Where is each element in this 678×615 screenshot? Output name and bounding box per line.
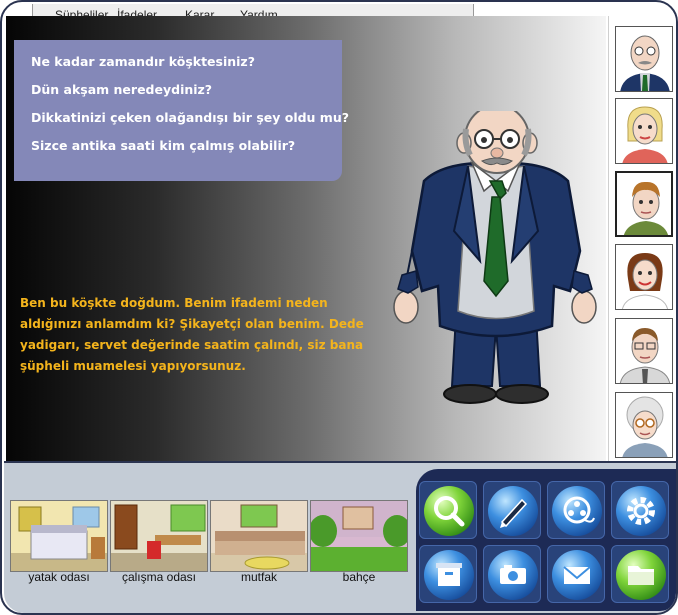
- film-reel-icon: [563, 496, 595, 524]
- suspect-thumb-5[interactable]: [615, 318, 673, 384]
- camera-button[interactable]: [483, 545, 541, 603]
- gear-icon: [627, 497, 655, 525]
- room-thumb-kitchen[interactable]: [210, 500, 308, 572]
- interrogation-stage: Ne kadar zamandır köşktesiniz? Dün akşam…: [6, 16, 606, 462]
- tools-panel: [416, 469, 676, 611]
- room-label-kitchen: mutfak: [240, 570, 277, 584]
- folder-button[interactable]: [611, 545, 669, 603]
- mail-button[interactable]: [547, 545, 605, 603]
- archive-box-icon: [436, 563, 462, 586]
- camera-icon: [500, 565, 526, 584]
- suspect-thumb-1[interactable]: [615, 26, 673, 92]
- room-thumb-bedroom[interactable]: [10, 500, 108, 572]
- man-glasses-portrait-icon: [619, 328, 671, 383]
- pen-button[interactable]: [483, 481, 541, 539]
- game-window: Şüpheliler İfadeler Karar Yardım Ne kada…: [0, 0, 678, 615]
- suspect-thumb-2[interactable]: [615, 98, 673, 164]
- envelope-icon: [563, 566, 591, 584]
- bottom-panel: yatak odası çalışma odası mutfak bahçe: [4, 461, 676, 613]
- room-label-bedroom: yatak odası: [28, 570, 90, 584]
- magnifier-icon: [434, 496, 465, 527]
- question-panel: Ne kadar zamandır köşktesiniz? Dün akşam…: [14, 40, 349, 181]
- garden-scene-icon: [311, 501, 407, 571]
- question-2[interactable]: Dün akşam neredeydiniz?: [31, 82, 342, 98]
- pen-icon: [500, 498, 528, 528]
- bedroom-scene-icon: [11, 501, 107, 571]
- bald-man-suit-portrait-icon: [620, 35, 670, 91]
- suspect-thumb-4[interactable]: [615, 244, 673, 310]
- suspect-thumb-3[interactable]: [615, 171, 673, 237]
- blonde-woman-portrait-icon: [622, 106, 668, 163]
- suspect-statement: Ben bu köşkte doğdum. Benim ifademi nede…: [20, 296, 364, 373]
- room-thumb-study[interactable]: [110, 500, 208, 572]
- film-reel-button[interactable]: [547, 481, 605, 539]
- brunette-woman-portrait-icon: [621, 253, 669, 309]
- archive-button[interactable]: [419, 545, 477, 603]
- room-label-study: çalışma odası: [121, 570, 197, 584]
- suspect-character: [393, 111, 597, 404]
- magnifier-button[interactable]: [419, 481, 477, 539]
- suspect-thumb-6[interactable]: [615, 392, 673, 458]
- kitchen-scene-icon: [211, 501, 307, 571]
- question-3[interactable]: Dikkatinizi çeken olağandışı bir şey old…: [31, 110, 349, 126]
- room-label-garden: bahçe: [342, 570, 376, 584]
- folder-icon: [628, 566, 654, 585]
- suspects-column: [608, 16, 676, 462]
- question-4[interactable]: Sizce antika saati kim çalmış olabilir?: [31, 138, 342, 154]
- old-woman-glasses-portrait-icon: [622, 396, 668, 457]
- study-room-scene-icon: [111, 501, 207, 571]
- question-1[interactable]: Ne kadar zamandır köşktesiniz?: [31, 54, 342, 70]
- settings-button[interactable]: [611, 481, 669, 539]
- room-thumb-garden[interactable]: [310, 500, 408, 572]
- young-man-portrait-icon: [623, 181, 669, 235]
